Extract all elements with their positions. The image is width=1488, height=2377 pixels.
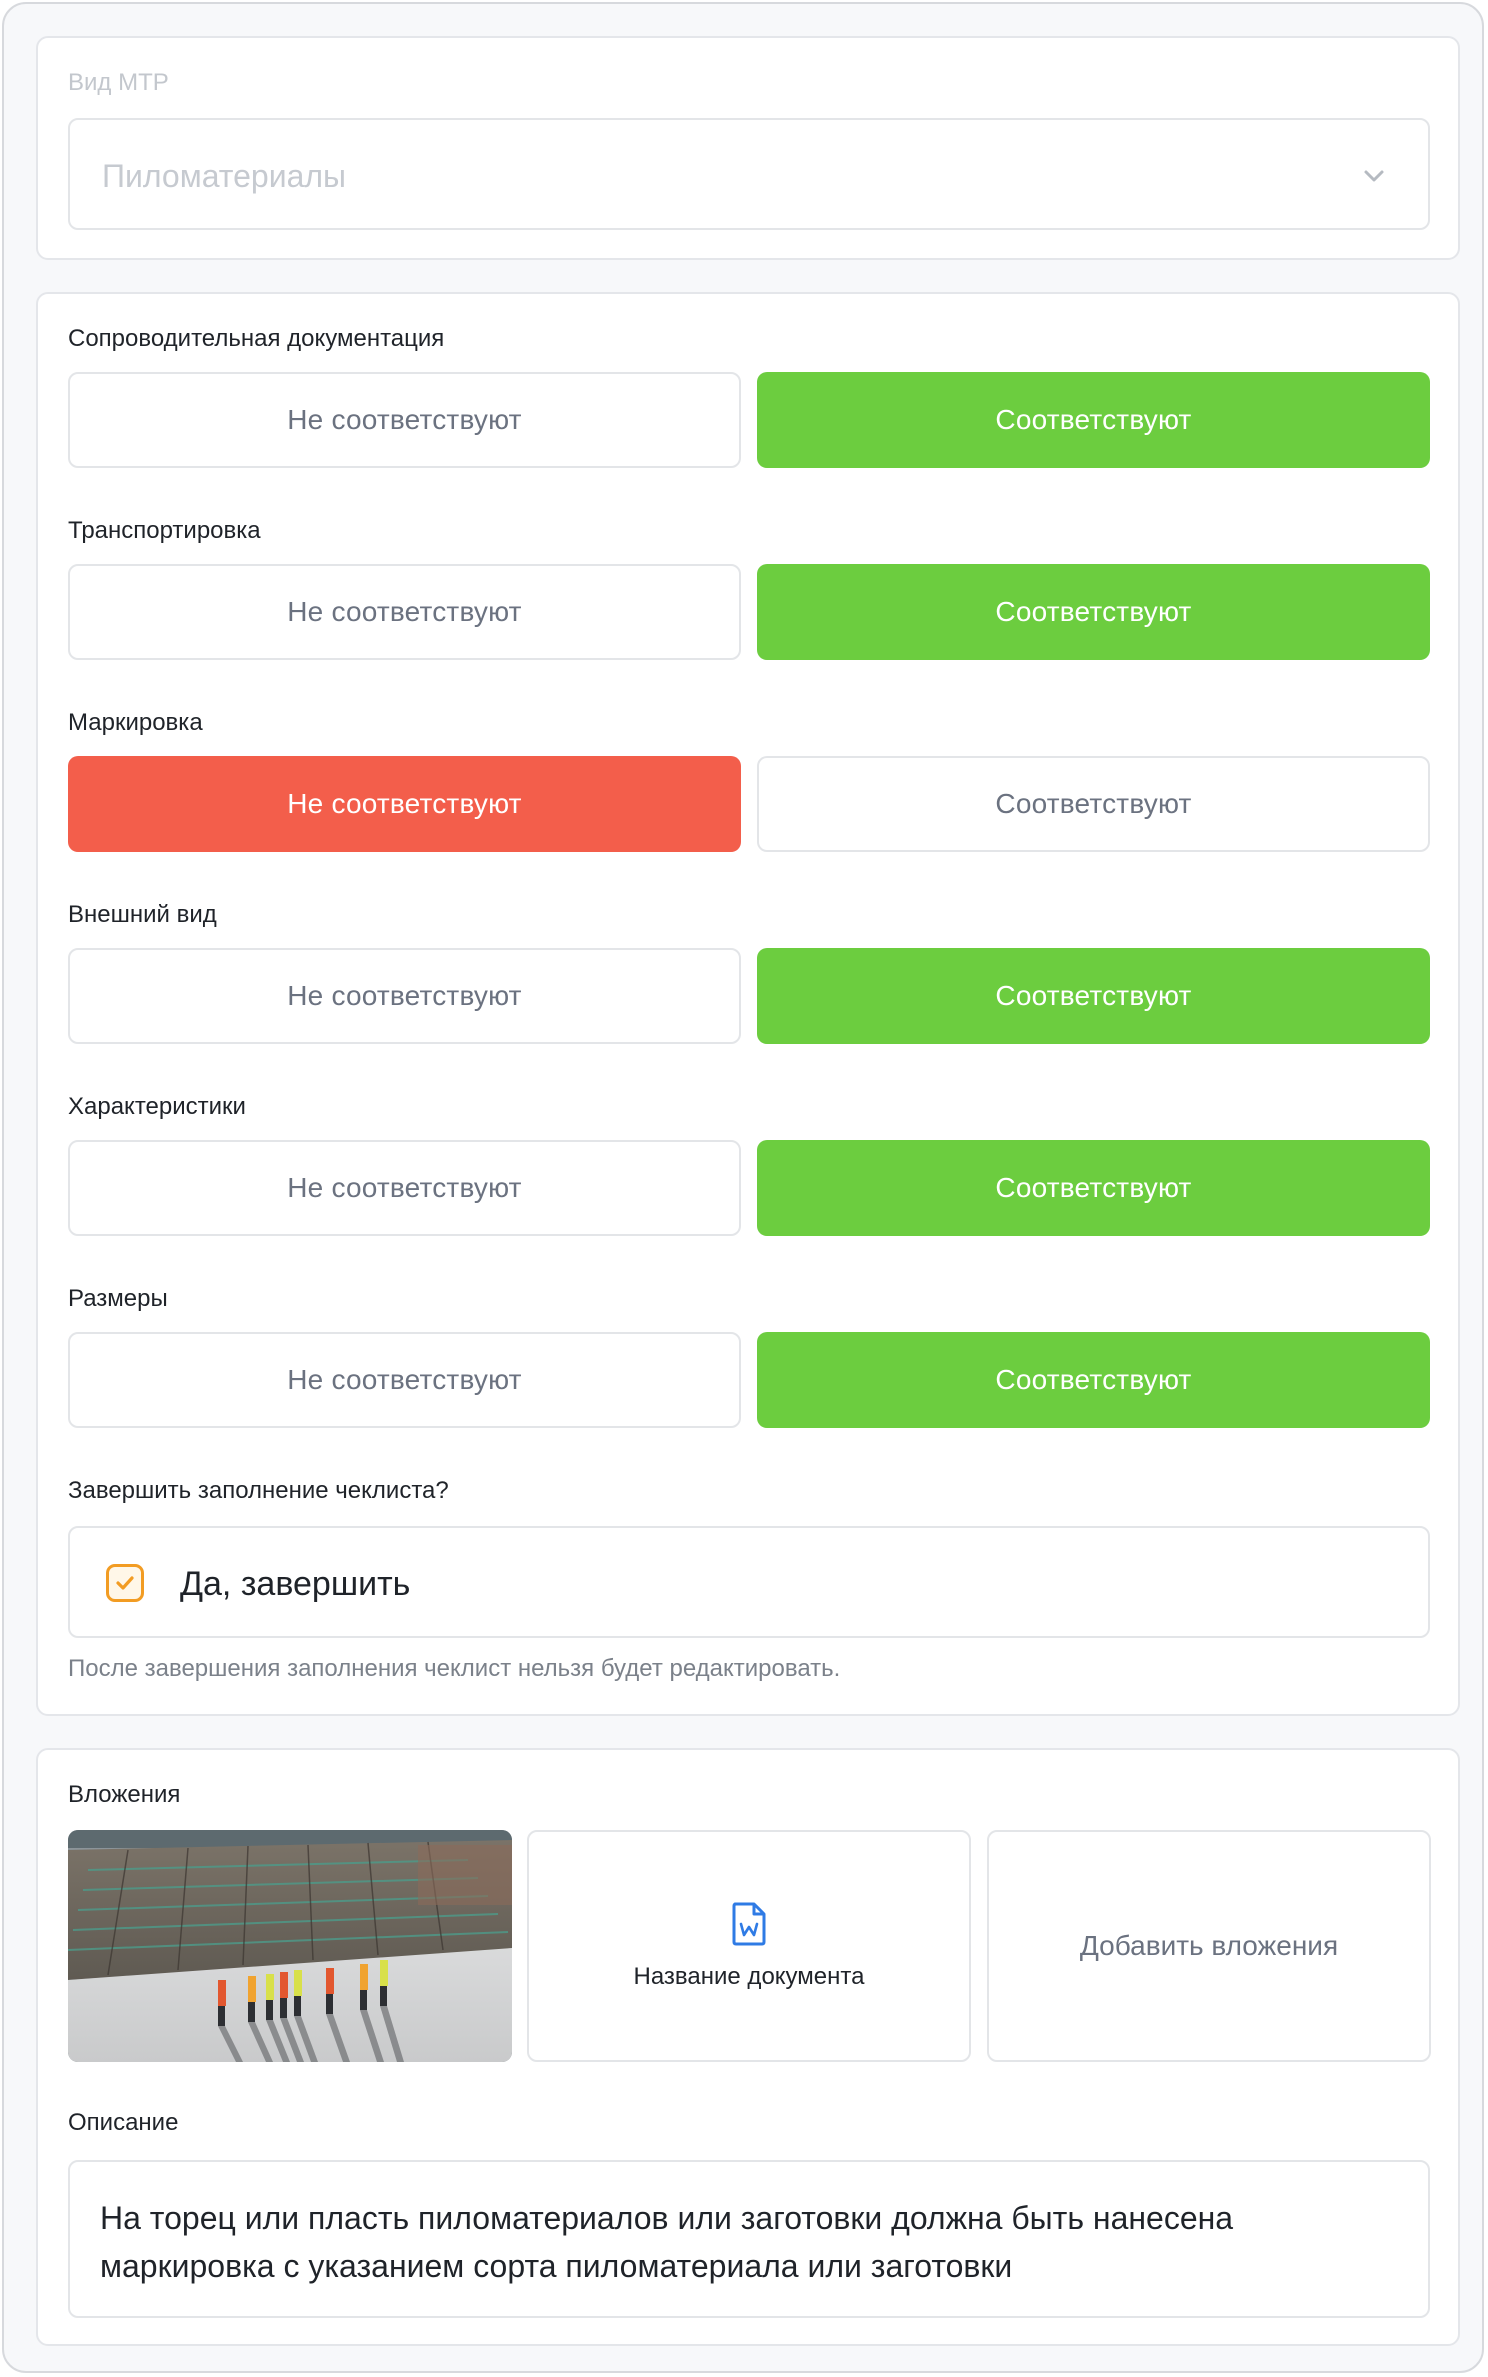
sizes-compliant-button[interactable]: Соответствуют [757, 1332, 1430, 1428]
description-label: Описание [68, 2109, 179, 2136]
attachments-card: Вложения Название документа Добавить вло… [36, 1748, 1460, 2346]
checklist-item-label: Размеры [68, 1285, 168, 1312]
docs-compliant-button[interactable]: Соответствуют [757, 372, 1430, 468]
material-type-card: Вид МТР Пиломатериалы [36, 36, 1460, 260]
transport-not-compliant-button[interactable]: Не соответствуют [68, 564, 741, 660]
checkbox-checked-icon[interactable] [106, 1564, 144, 1602]
checklist-item-label: Транспортировка [68, 517, 261, 544]
add-attachment-button[interactable]: Добавить вложения [987, 1830, 1431, 2062]
attachment-photo-thumbnail[interactable] [68, 1830, 512, 2062]
description-field[interactable]: На торец или пласть пиломатериалов или з… [68, 2160, 1430, 2318]
docs-not-compliant-button[interactable]: Не соответствуют [68, 372, 741, 468]
checklist-item-label: Сопроводительная документация [68, 325, 445, 352]
attachment-document-name: Название документа [633, 1963, 865, 1990]
material-type-value: Пиломатериалы [102, 158, 347, 194]
sizes-not-compliant-button[interactable]: Не соответствуют [68, 1332, 741, 1428]
appearance-not-compliant-button[interactable]: Не соответствуют [68, 948, 741, 1044]
attachment-document-tile[interactable]: Название документа [527, 1830, 971, 2062]
attachments-label: Вложения [68, 1781, 181, 1808]
checklist-card: Сопроводительная документация Не соответ… [36, 292, 1460, 1716]
chevron-down-icon [1364, 170, 1384, 182]
checklist-item-label: Характеристики [68, 1093, 246, 1120]
finish-hint: После завершения заполнения чеклист нель… [68, 1655, 841, 1682]
finish-label: Завершить заполнение чеклиста? [68, 1477, 449, 1504]
form-frame: Вид МТР Пиломатериалы Сопроводительная д… [2, 2, 1484, 2373]
word-document-icon [732, 1902, 766, 1946]
finish-checkbox-label: Да, завершить [180, 1565, 411, 1603]
description-text: На торец или пласть пиломатериалов или з… [100, 2200, 1234, 2284]
material-type-label: Вид МТР [68, 69, 169, 96]
material-type-select[interactable]: Пиломатериалы [68, 118, 1430, 230]
finish-checkbox-field[interactable]: Да, завершить [68, 1526, 1430, 1638]
construction-site-photo [68, 1830, 512, 2062]
characteristics-not-compliant-button[interactable]: Не соответствуют [68, 1140, 741, 1236]
checklist-item-label: Маркировка [68, 709, 203, 736]
appearance-compliant-button[interactable]: Соответствуют [757, 948, 1430, 1044]
add-attachment-label: Добавить вложения [1079, 1930, 1339, 1961]
marking-compliant-button[interactable]: Соответствуют [757, 756, 1430, 852]
checklist-item-label: Внешний вид [68, 901, 217, 928]
marking-not-compliant-button[interactable]: Не соответствуют [68, 756, 741, 852]
characteristics-compliant-button[interactable]: Соответствуют [757, 1140, 1430, 1236]
transport-compliant-button[interactable]: Соответствуют [757, 564, 1430, 660]
